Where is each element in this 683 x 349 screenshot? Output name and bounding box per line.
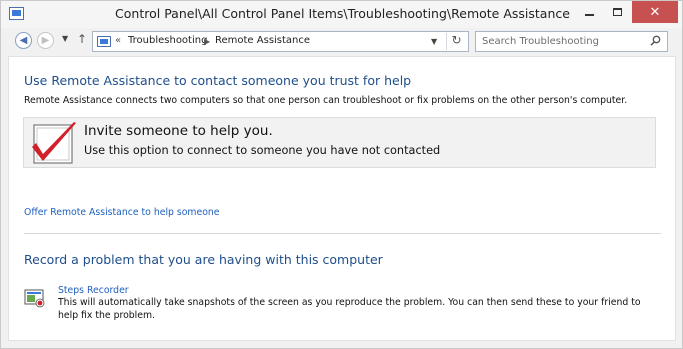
title-bar[interactable]: Control Panel\All Control Panel Items\Tr… [1,1,682,28]
record-problem-heading: Record a problem that you are having wit… [24,252,383,267]
minimize-button[interactable] [575,1,603,23]
back-arrow-icon: ◀ [19,35,28,46]
breadcrumb-overflow[interactable]: « [115,35,121,46]
maximize-icon [612,8,622,16]
refresh-icon[interactable]: ↻ [446,33,466,50]
steps-recorder-link[interactable]: Steps Recorder [58,285,129,296]
steps-recorder-icon[interactable] [24,289,46,309]
forward-arrow-icon: ▶ [41,35,50,46]
recent-pages-dropdown-icon[interactable]: ▼ [62,34,68,43]
address-dropdown-icon[interactable]: ▼ [431,37,437,46]
invite-option[interactable]: Invite someone to help you. Use this opt… [23,117,656,168]
offer-remote-assistance-link[interactable]: Offer Remote Assistance to help someone [24,207,220,218]
search-placeholder: Search Troubleshooting [482,36,599,47]
checkbox-check-icon [32,122,76,164]
breadcrumb-remote-assistance[interactable]: Remote Assistance [215,35,310,46]
invite-title: Invite someone to help you. [84,123,273,139]
navigation-bar: ◀ ▶ ▼ ↑ « Troubleshooting ▶ Remote Assis… [1,29,682,54]
search-input[interactable]: Search Troubleshooting [475,31,668,52]
section-divider [24,233,661,234]
page-description: Remote Assistance connects two computers… [24,95,628,106]
minimize-icon [584,14,594,16]
maximize-button[interactable] [603,1,631,23]
main-content: Use Remote Assistance to contact someone… [8,56,676,341]
forward-button[interactable]: ▶ [37,32,54,49]
back-button[interactable]: ◀ [15,32,32,49]
invite-subtitle: Use this option to connect to someone yo… [84,144,441,157]
control-panel-icon [97,36,111,47]
up-arrow-icon[interactable]: ↑ [77,32,87,46]
search-icon[interactable] [650,35,661,49]
breadcrumb-separator-icon[interactable]: ▶ [204,37,210,46]
address-bar[interactable]: « Troubleshooting ▶ Remote Assistance ▼ … [92,31,469,52]
steps-recorder-description: This will automatically take snapshots o… [58,297,641,321]
close-button[interactable]: ✕ [632,1,678,23]
breadcrumb-troubleshooting[interactable]: Troubleshooting [128,35,207,46]
control-panel-window: Control Panel\All Control Panel Items\Tr… [0,0,683,349]
page-heading: Use Remote Assistance to contact someone… [24,73,412,88]
